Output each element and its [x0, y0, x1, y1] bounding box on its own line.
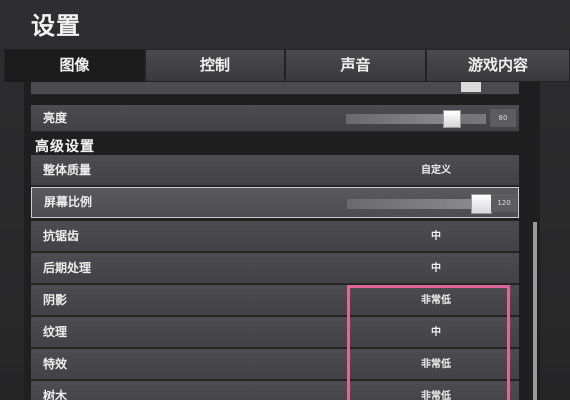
textures-label: 纹理	[43, 325, 68, 339]
tab-game-content[interactable]: 游戏内容	[426, 49, 570, 82]
post-processing-label: 后期处理	[43, 261, 92, 275]
slider-fill	[346, 114, 454, 124]
effects-value[interactable]: 非常低	[386, 349, 486, 380]
shadows-value[interactable]: 非常低	[386, 285, 486, 316]
textures-value[interactable]: 中	[386, 317, 486, 348]
brightness-row[interactable]: 亮度 80	[31, 105, 519, 132]
settings-window: 设置 图像 控制 声音 游戏内容 亮度 80 高级设置 整体质量 自定义 屏幕比…	[0, 0, 570, 400]
tab-controls[interactable]: 控制	[145, 49, 285, 82]
anti-aliasing-label: 抗锯齿	[43, 229, 80, 243]
shadows-row[interactable]: 阴影 非常低	[31, 285, 519, 316]
tab-audio[interactable]: 声音	[285, 49, 426, 82]
overall-quality-row[interactable]: 整体质量 自定义	[31, 155, 519, 186]
anti-aliasing-row[interactable]: 抗锯齿 中	[31, 221, 519, 252]
foliage-value[interactable]: 非常低	[386, 381, 486, 400]
settings-panel: 亮度 80 高级设置 整体质量 自定义 屏幕比例 120 抗锯齿 中 后期处理	[24, 82, 540, 400]
screen-scale-slider[interactable]	[347, 199, 489, 209]
partial-setting-row	[31, 82, 519, 95]
overall-quality-value[interactable]: 自定义	[386, 155, 486, 186]
post-processing-value[interactable]: 中	[386, 253, 486, 284]
foliage-label: 树木	[43, 389, 68, 400]
brightness-slider[interactable]	[346, 114, 486, 124]
overall-quality-label: 整体质量	[43, 163, 92, 177]
advanced-settings-header: 高级设置	[35, 139, 95, 155]
slider-thumb[interactable]	[461, 82, 481, 92]
foliage-row[interactable]: 树木 非常低	[31, 381, 519, 400]
slider-fill	[347, 199, 477, 209]
effects-row[interactable]: 特效 非常低	[31, 349, 519, 380]
textures-row[interactable]: 纹理 中	[31, 317, 519, 348]
tab-graphics[interactable]: 图像	[4, 49, 145, 82]
anti-aliasing-value[interactable]: 中	[386, 221, 486, 252]
brightness-slider-thumb[interactable]	[443, 110, 461, 128]
tab-bar: 图像 控制 声音 游戏内容	[4, 49, 570, 82]
effects-label: 特效	[43, 357, 68, 371]
scrollbar[interactable]	[533, 222, 537, 400]
brightness-label: 亮度	[43, 111, 68, 125]
screen-scale-row[interactable]: 屏幕比例 120	[31, 187, 519, 218]
page-title: 设置	[31, 12, 81, 40]
brightness-value: 80	[490, 109, 516, 127]
post-processing-row[interactable]: 后期处理 中	[31, 253, 519, 284]
shadows-label: 阴影	[43, 293, 68, 307]
screen-scale-label: 屏幕比例	[44, 195, 93, 209]
screen-scale-slider-thumb[interactable]	[471, 194, 492, 214]
screen-scale-value: 120	[491, 194, 517, 212]
